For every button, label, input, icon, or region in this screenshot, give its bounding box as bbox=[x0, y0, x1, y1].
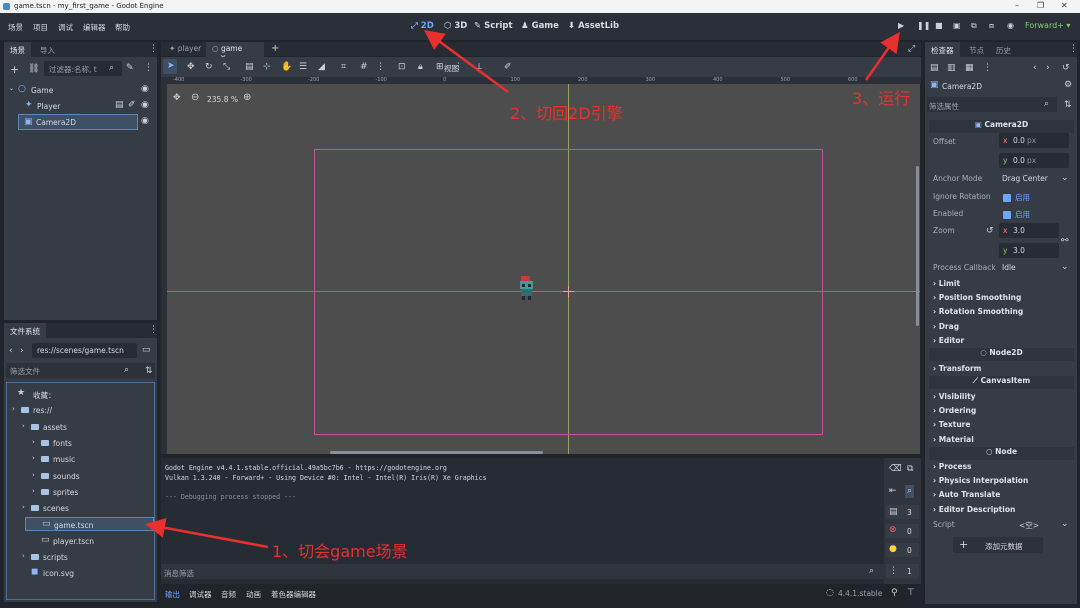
annotation-switch-scene: 1、切会game场景 bbox=[272, 542, 408, 561]
annotation-run: 3、运行 bbox=[852, 89, 911, 108]
annotation-arrows bbox=[145, 30, 900, 549]
annotation-switch-2d: 2、切回2D引擎 bbox=[510, 104, 623, 123]
